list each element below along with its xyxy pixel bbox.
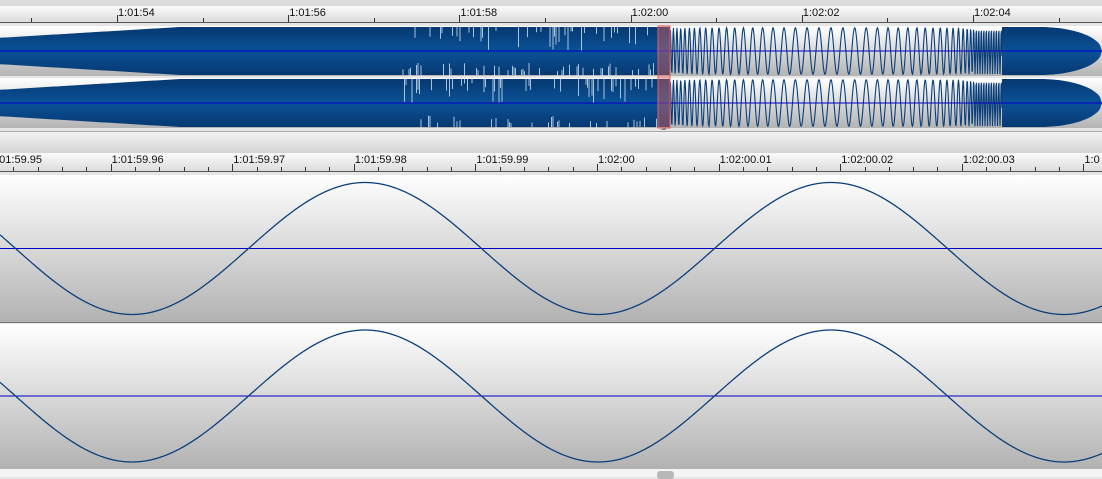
minor-tick <box>545 18 546 22</box>
minor-tick <box>1059 167 1060 171</box>
minor-tick <box>281 167 282 171</box>
overview-scrollbar[interactable] <box>0 131 1102 153</box>
ruler-label: 1:02:00.03 <box>963 154 1015 166</box>
minor-tick <box>374 18 375 22</box>
minor-tick <box>865 167 866 171</box>
ruler-label: 1:01:59.97 <box>233 154 285 166</box>
minor-tick <box>767 167 768 171</box>
minor-tick <box>305 167 306 171</box>
minor-tick <box>743 167 744 171</box>
minor-tick <box>913 167 914 171</box>
detail-time-ruler[interactable]: 1:01:59.95 1:01:59.96 1:01:59.97 1:01:59.98… <box>0 153 1102 172</box>
minor-tick <box>889 167 890 171</box>
minor-tick <box>524 167 525 171</box>
minor-tick <box>500 167 501 171</box>
minor-tick <box>621 167 622 171</box>
ruler-label: 1:02:00 <box>598 154 635 166</box>
minor-tick <box>203 18 204 22</box>
minor-tick <box>548 167 549 171</box>
selection-region[interactable] <box>658 26 670 128</box>
minor-tick <box>38 167 39 171</box>
ruler-label: 1:02:00.01 <box>720 154 772 166</box>
minor-tick <box>62 167 63 171</box>
minor-tick <box>887 18 888 22</box>
minor-tick <box>427 167 428 171</box>
minor-tick <box>792 167 793 171</box>
minor-tick <box>1035 167 1036 171</box>
minor-tick <box>86 167 87 171</box>
ruler-label: 1:01:59.99 <box>476 154 528 166</box>
minor-tick <box>646 167 647 171</box>
minor-tick <box>159 167 160 171</box>
minor-tick <box>1059 18 1060 22</box>
scroll-handle[interactable] <box>657 471 674 479</box>
bottom-scrollbar[interactable] <box>0 469 1102 477</box>
ruler-label: 1:01:59.96 <box>112 154 164 166</box>
ruler-label: 1:02:04 <box>974 7 1011 19</box>
detail-waveform[interactable] <box>0 173 1102 469</box>
minor-tick <box>208 167 209 171</box>
minor-tick <box>937 167 938 171</box>
overview-time-ruler[interactable]: 1:01:54 1:01:56 1:01:58 1:02:00 1:02:02 1:02:… <box>0 6 1102 23</box>
minor-tick <box>402 167 403 171</box>
minor-tick <box>986 167 987 171</box>
overview-waveform[interactable] <box>0 23 1102 131</box>
minor-tick <box>716 18 717 22</box>
minor-tick <box>184 167 185 171</box>
ruler-label: 1:01:59.95 <box>0 154 42 166</box>
minor-tick <box>378 167 379 171</box>
minor-tick <box>694 167 695 171</box>
ruler-label: 1:02:02 <box>803 7 840 19</box>
minor-tick <box>329 167 330 171</box>
minor-tick <box>670 167 671 171</box>
ruler-label: 1:02:00 <box>632 7 669 19</box>
minor-tick <box>816 167 817 171</box>
ruler-label: 1:01:59.98 <box>355 154 407 166</box>
minor-tick <box>257 167 258 171</box>
ruler-label: 1:01:58 <box>460 7 497 19</box>
minor-tick <box>573 167 574 171</box>
ruler-label: 1:01:54 <box>118 7 155 19</box>
ruler-label: 1:0 <box>1084 154 1099 166</box>
ruler-label: 1:01:56 <box>289 7 326 19</box>
ruler-label: 1:02:00.02 <box>841 154 893 166</box>
minor-tick <box>1010 167 1011 171</box>
minor-tick <box>135 167 136 171</box>
minor-tick <box>13 167 14 171</box>
minor-tick <box>31 18 32 22</box>
minor-tick <box>451 167 452 171</box>
